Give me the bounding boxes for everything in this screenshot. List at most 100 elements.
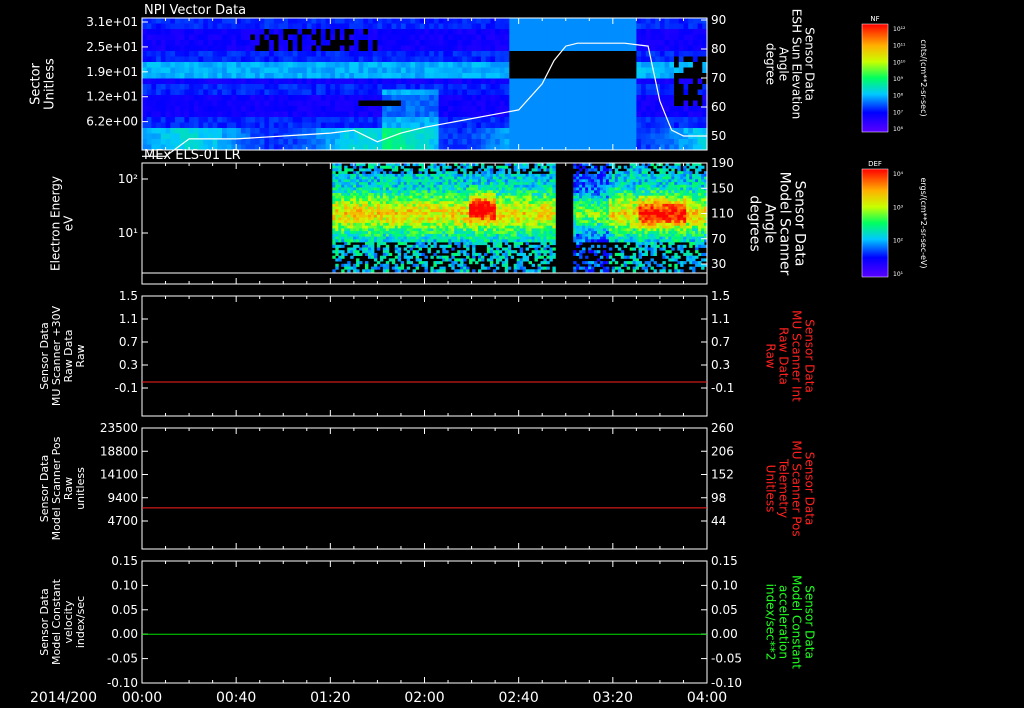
spectrogram-cell (442, 231, 446, 235)
spectrogram-cell (292, 133, 298, 140)
spectrogram-cell (160, 117, 167, 123)
spectrogram-cell (438, 128, 444, 134)
spectrogram-cell (481, 239, 485, 243)
spectrogram-cell (156, 51, 162, 57)
spectrogram-cell (259, 128, 265, 134)
spectrogram-cell (514, 133, 520, 140)
spectrogram-cell (170, 139, 176, 145)
spectrogram-cell (269, 139, 275, 145)
spectrogram-cell (498, 244, 503, 248)
spectrogram-cell (332, 225, 336, 229)
spectrogram-cell (594, 73, 600, 79)
spectrogram-cell (463, 203, 467, 207)
spectrogram-cell (231, 34, 237, 41)
spectrogram-cell (472, 242, 476, 246)
spectrogram-cell (405, 139, 411, 145)
spectrogram-cell (297, 18, 303, 24)
spectrogram-cell (471, 23, 477, 30)
spectrogram-cell (406, 255, 411, 259)
spectrogram-cell (335, 233, 339, 237)
spectrogram-cell (311, 34, 317, 41)
spectrogram-cell (436, 193, 440, 197)
spectrogram-cell (382, 236, 387, 240)
spectrogram-cell (475, 179, 479, 183)
spectrogram-cell (424, 193, 428, 197)
spectrogram-cell (475, 236, 479, 240)
spectrogram-cell (338, 203, 342, 207)
spectrogram-cell (207, 122, 214, 129)
spectrogram-cell (330, 117, 336, 123)
spectrogram-cell (442, 239, 446, 243)
spectrogram-cell (501, 217, 506, 221)
spectrogram-cell (240, 51, 247, 57)
spectrogram-cell (469, 225, 473, 229)
spectrogram-cell (344, 209, 348, 213)
spectrogram-cell (379, 176, 384, 180)
spectrogram-cell (217, 67, 223, 74)
spectrogram-cell (519, 190, 524, 194)
spectrogram-cell (489, 203, 494, 207)
spectrogram-cell (579, 122, 586, 129)
spectrogram-cell (403, 203, 408, 207)
spectrogram-cell (475, 176, 479, 180)
spectrogram-cell (424, 176, 428, 180)
spectrogram-cell (353, 173, 357, 177)
spectrogram-cell (198, 56, 204, 63)
spectrogram-cell (203, 18, 209, 24)
spectrogram-cell (439, 190, 443, 194)
spectrogram-cell (226, 62, 233, 68)
spectrogram-cell (347, 225, 351, 229)
spectrogram-cell (269, 122, 275, 129)
spectrogram-cell (335, 222, 339, 226)
spectrogram-cell (489, 179, 494, 183)
spectrogram-cell (231, 78, 237, 85)
spectrogram-cell (469, 198, 473, 202)
spectrogram-cell (311, 40, 317, 46)
spectrogram-cell (556, 67, 562, 74)
spectrogram-cell (410, 122, 416, 129)
spectrogram-cell (546, 111, 553, 118)
spectrogram-cell (523, 23, 529, 30)
spectrogram-cell (433, 29, 440, 35)
spectrogram-cell (165, 78, 171, 85)
spectrogram-cell (542, 56, 548, 63)
spectrogram-cell (683, 34, 689, 41)
spectrogram-cell (236, 34, 242, 41)
spectrogram-cell (481, 217, 485, 221)
spectrogram-cell (457, 214, 461, 218)
spectrogram-cell (688, 95, 694, 101)
spectrogram-cell (612, 133, 619, 140)
spectrogram-cell (438, 67, 444, 74)
spectrogram-cell (362, 269, 366, 273)
spectrogram-cell (376, 212, 381, 216)
spectrogram-cell (320, 23, 327, 30)
spectrogram-cell (460, 201, 464, 205)
spectrogram-cell (236, 111, 242, 118)
spectrogram-cell (659, 67, 666, 74)
spectrogram-cell (415, 40, 421, 46)
spectrogram-cell (347, 184, 351, 188)
spectrogram-cell (382, 29, 388, 35)
spectrogram-cell (433, 176, 437, 180)
spectrogram-cell (504, 209, 509, 213)
spectrogram-cell (415, 139, 421, 145)
spectrogram-cell (490, 29, 496, 35)
spectrogram-cell (179, 100, 185, 107)
spectrogram-cell (382, 173, 387, 177)
spectrogram-cell (376, 236, 381, 240)
spectrogram-cell (330, 23, 336, 30)
spectrogram-cell (507, 195, 512, 199)
spectrogram-cell (412, 225, 416, 229)
spectrogram-cell (356, 250, 360, 254)
spectrogram-cell (146, 51, 152, 57)
spectrogram-cell (504, 23, 510, 30)
spectrogram-cell (594, 18, 600, 24)
spectrogram-cell (674, 56, 680, 63)
spectrogram-cell (386, 34, 393, 41)
spectrogram-cell (612, 122, 619, 129)
spectrogram-cell (269, 56, 275, 63)
spectrogram-cell (353, 195, 357, 199)
spectrogram-cell (495, 78, 501, 85)
spectrogram-cell (341, 252, 345, 256)
spectrogram-cell (561, 89, 567, 96)
